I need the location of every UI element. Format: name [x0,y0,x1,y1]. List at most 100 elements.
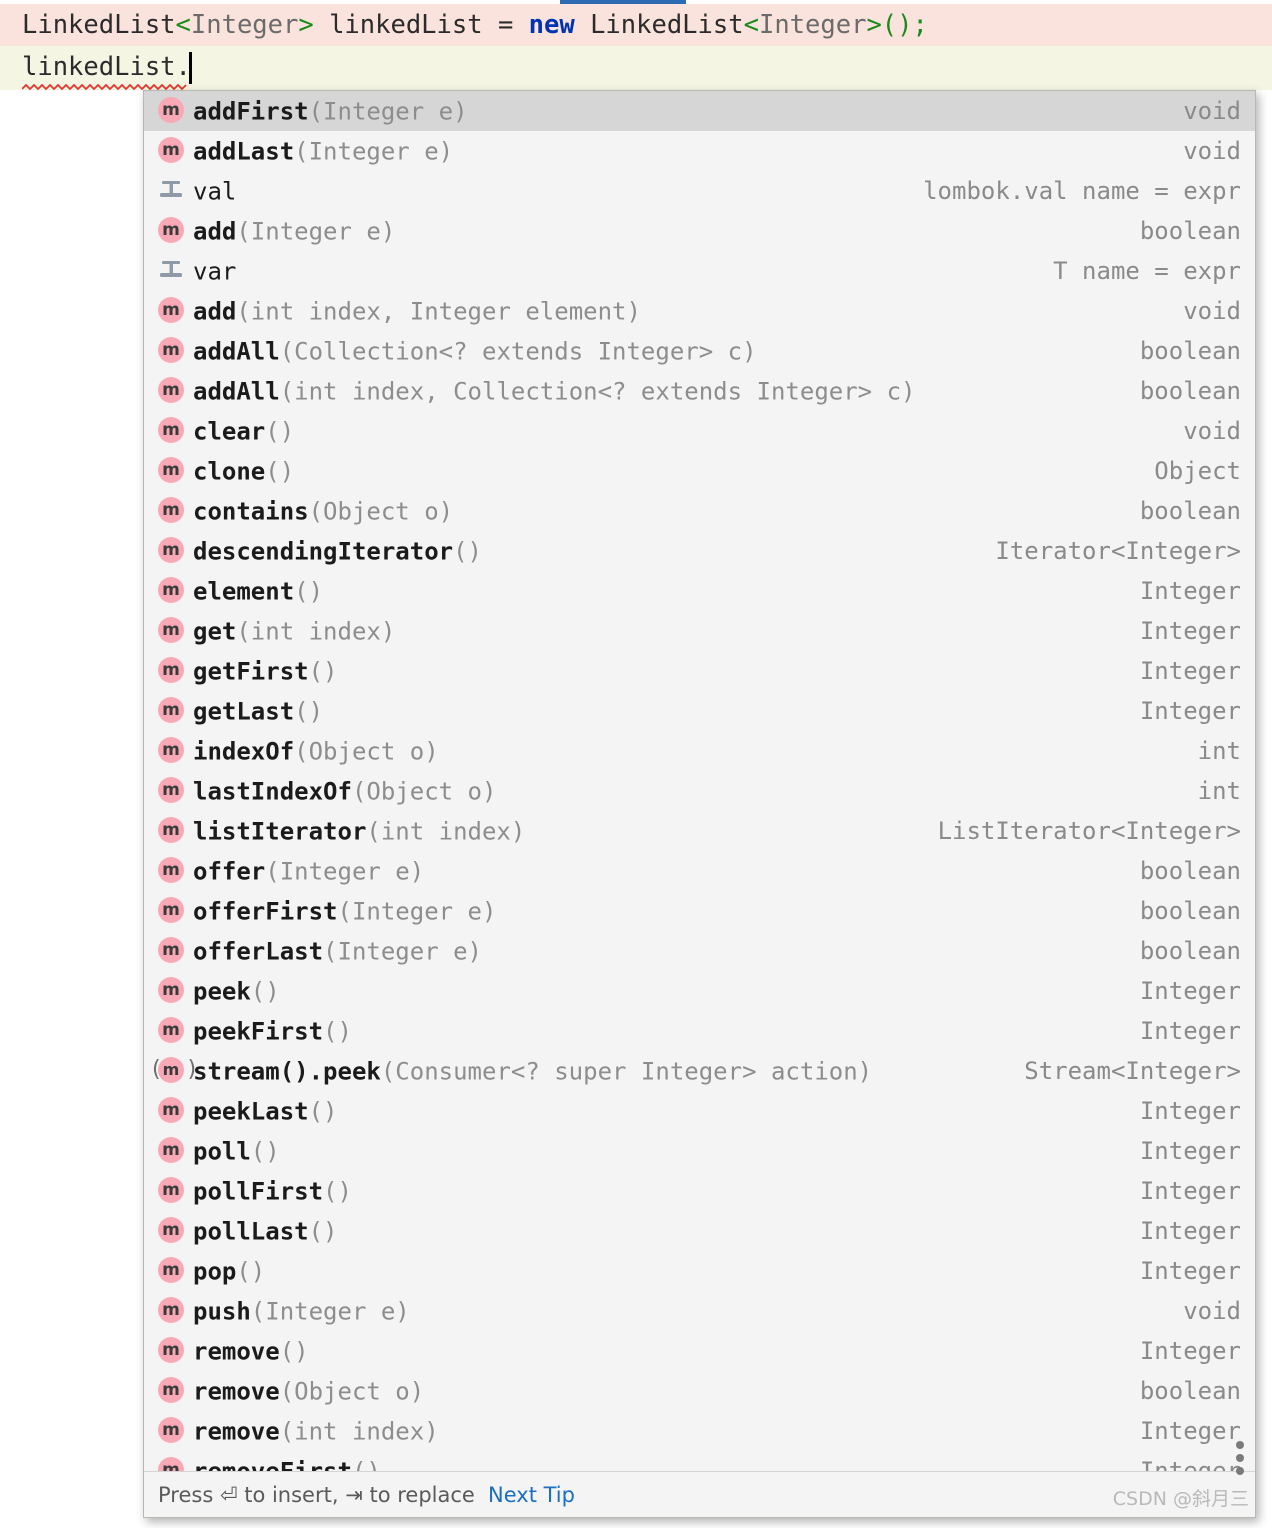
completion-item-name: getLast [193,697,295,726]
completion-item-name: var [193,257,237,286]
completion-item[interactable]: remove(int index) Integer [144,1411,1255,1451]
completion-item-name: stream().peek [193,1057,381,1086]
completion-item-name: get [193,617,237,646]
completion-item-type: Object [1154,457,1241,485]
completion-item[interactable]: offerFirst(Integer e) boolean [144,891,1255,931]
completion-item-params: (Integer e) [308,97,468,126]
completion-item-params: (Integer e) [294,137,454,166]
completion-item-type: void [1183,137,1241,165]
completion-item[interactable]: remove() Integer [144,1331,1255,1371]
completion-item[interactable]: get(int index) Integer [144,611,1255,651]
completion-item-params: (Integer e) [265,857,425,886]
completion-item[interactable]: indexOf(Object o) int [144,731,1255,771]
method-icon [158,496,184,523]
completion-item[interactable]: peekFirst() Integer [144,1011,1255,1051]
completion-item[interactable]: remove(Object o) boolean [144,1371,1255,1411]
method-icon [158,96,184,123]
completion-item-name: pop [193,1257,237,1286]
method-icon [158,576,184,603]
completion-item-params: () [279,1337,309,1366]
completion-item-params: (Integer e) [323,937,482,966]
completion-item[interactable]: pollFirst() Integer [144,1171,1255,1211]
method-icon [158,936,184,963]
method-icon [158,816,184,843]
completion-item-name: offer [193,857,266,886]
completion-item-params: (int index) [279,1417,439,1446]
method-icon [158,216,184,243]
completion-item[interactable]: clear() void [144,411,1255,451]
completion-item-type: lombok.val name = expr [923,177,1241,205]
completion-item-type: boolean [1139,897,1241,925]
completion-item[interactable]: push(Integer e) void [144,1291,1255,1331]
kebab-dot [1236,1467,1244,1475]
method-icon [158,1296,184,1323]
completion-item-type: void [1183,297,1241,325]
completion-item-params: (int index, Integer element) [236,297,641,326]
completion-item[interactable]: getFirst() Integer [144,651,1255,691]
completion-item[interactable]: descendingIterator() Iterator<Integer> [144,531,1255,571]
method-icon [158,736,184,763]
code-token-generic-open: < [175,10,191,40]
method-icon [158,776,184,803]
completion-item[interactable]: val lombok.val name = expr [144,171,1255,211]
completion-item[interactable]: add(int index, Integer element) void [144,291,1255,331]
completion-item-type: Integer [1139,1017,1241,1045]
completion-item-params: (int index) [366,817,526,846]
completion-item-type: Integer [1139,1337,1241,1365]
completion-item[interactable]: pop() Integer [144,1251,1255,1291]
completion-item[interactable]: element() Integer [144,571,1255,611]
completion-item[interactable]: offerLast(Integer e) boolean [144,931,1255,971]
method-icon [158,296,184,323]
method-icon [158,1376,184,1403]
completion-item[interactable]: clone() Object [144,451,1255,491]
completion-item[interactable]: add(Integer e) boolean [144,211,1255,251]
method-icon [158,1096,184,1123]
completion-item-params: (Integer e) [337,897,497,926]
completion-item-name: element [193,577,295,606]
code-token-generic2-close: > [866,10,882,40]
completion-item[interactable]: var T name = expr [144,251,1255,291]
completion-item[interactable]: lastIndexOf(Object o) int [144,771,1255,811]
completion-item-type: void [1183,417,1241,445]
completion-item-type: Integer [1139,697,1241,725]
completion-item-type: Integer [1139,977,1241,1005]
completion-item[interactable]: poll() Integer [144,1131,1255,1171]
completion-item-params: (Object o) [294,737,439,766]
completion-item-type: Integer [1139,1257,1241,1285]
completion-item[interactable]: peek() Integer [144,971,1255,1011]
completion-item-params: () [308,1097,338,1126]
completion-item[interactable]: contains(Object o) boolean [144,491,1255,531]
method-icon [158,1176,184,1203]
completion-item-name: clone [193,457,266,486]
completion-item-params: () [323,1177,352,1206]
completion-item-params: () [453,537,482,566]
completion-item[interactable]: addAll(int index, Collection<? extends I… [144,371,1255,411]
completion-item-name: peekLast [193,1097,309,1126]
method-icon [158,1256,184,1283]
completion-item[interactable]: addFirst(Integer e) void [144,91,1255,131]
completion-item[interactable]: removeFirst() Integer [144,1451,1255,1472]
completion-item[interactable]: addLast(Integer e) void [144,131,1255,171]
more-options-icon[interactable] [1233,1441,1247,1481]
completion-item[interactable]: pollLast() Integer [144,1211,1255,1251]
completion-item[interactable]: offer(Integer e) boolean [144,851,1255,891]
completion-item[interactable]: addAll(Collection<? extends Integer> c) b… [144,331,1255,371]
completion-item[interactable]: stream().peek(Consumer<? super Integer> … [144,1051,1255,1091]
completion-item[interactable]: peekLast() Integer [144,1091,1255,1131]
completion-item[interactable]: listIterator(int index) ListIterator<Inte… [144,811,1255,851]
completion-list[interactable]: addFirst(Integer e)voidaddLast(Integer e… [144,91,1255,1472]
code-line-declaration[interactable]: LinkedList<Integer> linkedList = new Lin… [0,4,1272,46]
completion-item-params: () [250,1137,280,1166]
completion-item-type: Integer [1139,1177,1241,1205]
completion-item[interactable]: getLast() Integer [144,691,1255,731]
completion-item-type: T name = expr [1053,257,1241,285]
completion-item-params: (Collection<? extends Integer> c) [279,337,757,366]
completion-item-name: addAll [193,337,280,366]
completion-item-name: add [193,217,237,246]
completion-item-params: (int index, Collection<? extends Integer… [279,377,916,406]
code-completion-popup[interactable]: addFirst(Integer e)voidaddLast(Integer e… [143,90,1256,1518]
method-icon [158,1416,184,1443]
next-tip-link[interactable]: Next Tip [488,1472,575,1517]
completion-item-type: int [1197,737,1241,765]
completion-item-type: Iterator<Integer> [995,537,1241,565]
